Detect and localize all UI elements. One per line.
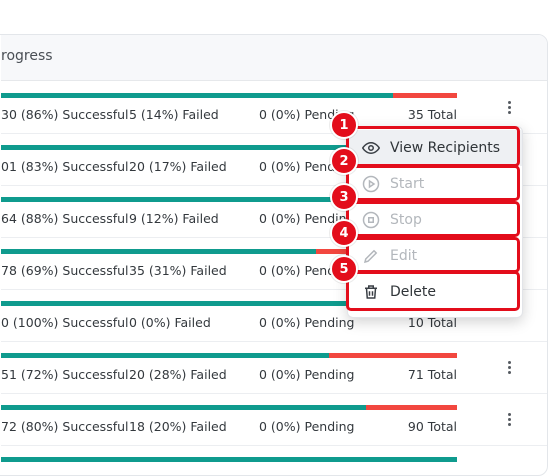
pending-count: 0 (0%) Pending — [259, 315, 355, 330]
total-count: 35 Total — [407, 107, 457, 122]
highlight-box-1 — [346, 126, 520, 167]
table-row: 51 (72%) Successful 20 (28%) Failed 0 (0… — [1, 341, 547, 394]
highlight-box-2 — [346, 165, 520, 201]
pending-count: 0 (0%) Pending — [259, 367, 355, 382]
progress-bar — [1, 405, 457, 410]
success-count: 78 (69%) Successful — [1, 263, 129, 278]
success-count: 64 (88%) Successful — [1, 211, 129, 226]
step-badge-2: 2 — [330, 147, 358, 175]
row-actions-kebab-icon[interactable] — [499, 97, 519, 117]
success-count: 0 (100%) Successful — [1, 315, 129, 330]
progress-bar — [1, 353, 457, 358]
progress-bar-success — [1, 93, 394, 98]
table-row — [1, 445, 547, 475]
highlight-box-4 — [346, 237, 520, 273]
total-count: 71 Total — [407, 367, 457, 382]
total-count: 90 Total — [407, 419, 457, 434]
progress-bar-success — [1, 405, 366, 410]
failed-count: 18 (20%) Failed — [129, 419, 227, 434]
step-badge-5: 5 — [330, 255, 358, 283]
progress-bar-success — [1, 249, 316, 254]
highlight-box-5 — [346, 271, 520, 311]
progress-bar-failed — [365, 405, 457, 410]
step-badge-1: 1 — [330, 111, 358, 139]
success-count: 30 (86%) Successful — [1, 107, 129, 122]
progress-bar-success — [1, 145, 380, 150]
success-count: 51 (72%) Successful — [1, 367, 129, 382]
progress-bar-success — [1, 353, 330, 358]
success-count: 01 (83%) Successful — [1, 159, 129, 174]
failed-count: 5 (14%) Failed — [129, 107, 219, 122]
highlight-box-3 — [346, 201, 520, 237]
failed-count: 9 (12%) Failed — [129, 211, 219, 226]
table-header: rogress — [1, 35, 547, 81]
row-actions-kebab-icon[interactable] — [499, 409, 519, 429]
step-badge-3: 3 — [330, 183, 358, 211]
pending-count: 0 (0%) Pending — [259, 419, 355, 434]
progress-bar-failed — [329, 353, 457, 358]
failed-count: 20 (28%) Failed — [129, 367, 227, 382]
failed-count: 0 (0%) Failed — [129, 315, 211, 330]
progress-bar-failed — [393, 93, 457, 98]
failed-count: 35 (31%) Failed — [129, 263, 227, 278]
failed-count: 20 (17%) Failed — [129, 159, 227, 174]
progress-column-header: rogress — [1, 48, 53, 64]
table-row: 72 (80%) Successful 18 (20%) Failed 0 (0… — [1, 393, 547, 446]
step-badge-4: 4 — [330, 219, 358, 247]
row-actions-kebab-icon[interactable] — [499, 357, 519, 377]
progress-bar — [1, 93, 457, 98]
success-count: 72 (80%) Successful — [1, 419, 129, 434]
